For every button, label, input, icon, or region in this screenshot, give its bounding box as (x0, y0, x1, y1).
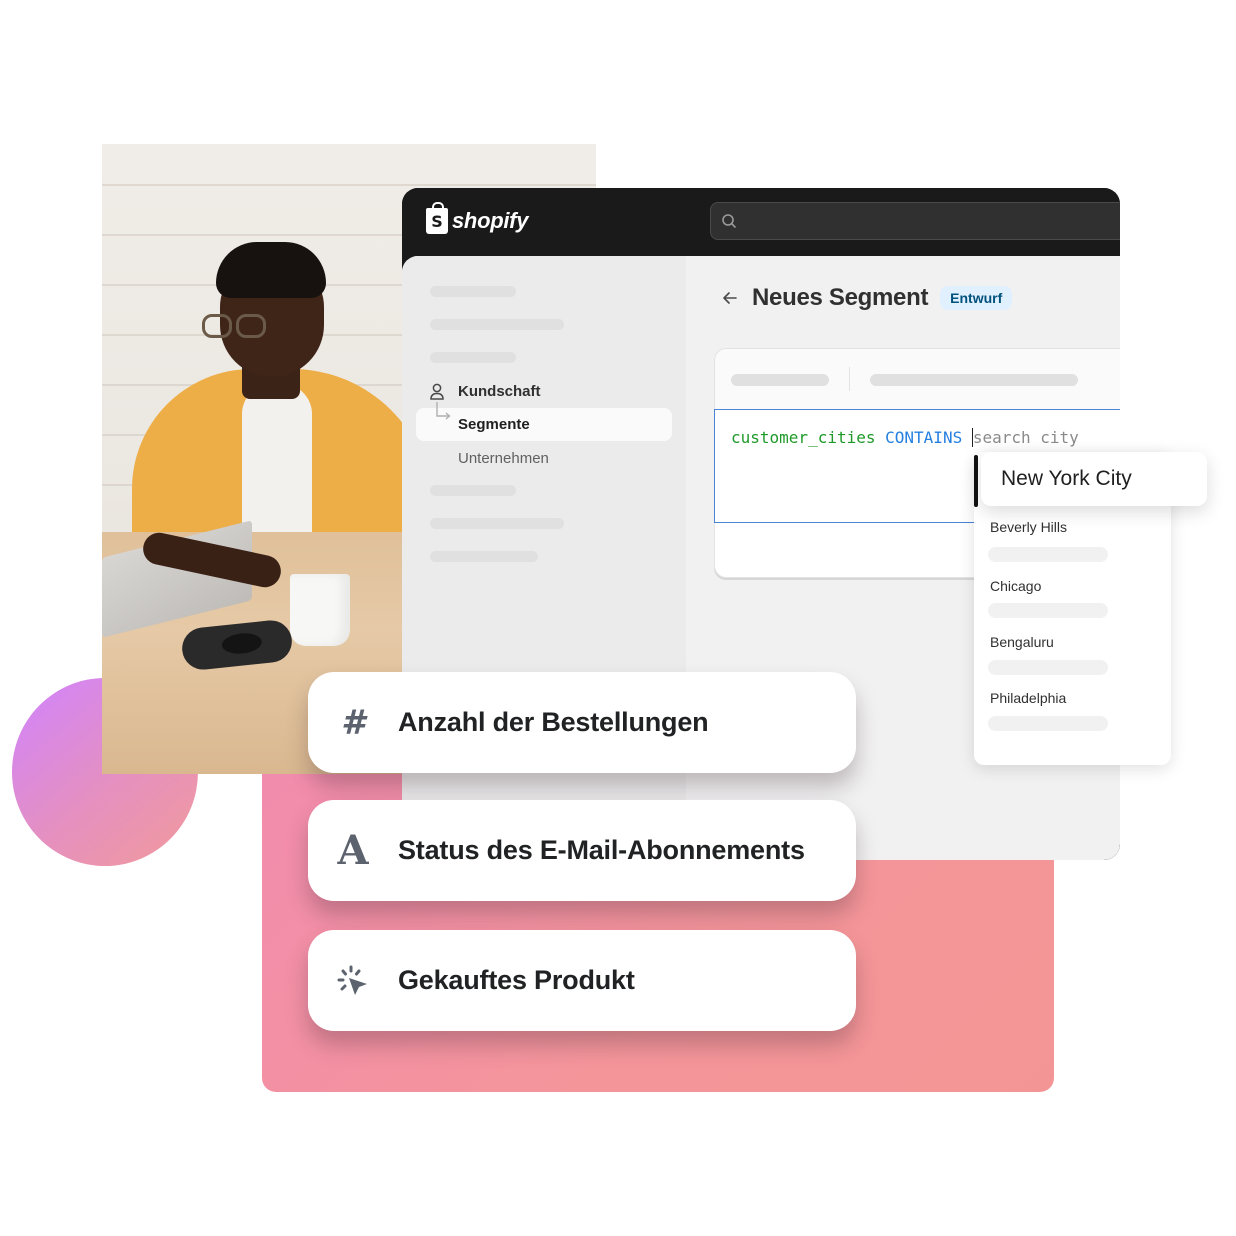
sidebar-item-label: Unternehmen (458, 450, 549, 467)
option-detail-placeholder (988, 716, 1108, 731)
coffee-mug (290, 574, 350, 646)
sidebar-item-segmente[interactable]: Segmente (416, 402, 672, 441)
dropdown-option[interactable]: Beverly Hills (990, 519, 1067, 535)
page-header: Neues Segment Entwurf (720, 284, 1013, 312)
nav-placeholder (430, 551, 538, 562)
dropdown-option[interactable]: Chicago (990, 578, 1041, 594)
editor-tabs (715, 349, 1120, 409)
nav-placeholder (430, 286, 516, 297)
person-icon (430, 383, 444, 400)
status-badge: Entwurf (940, 286, 1013, 310)
tab-placeholder[interactable] (731, 374, 829, 386)
filter-label: Status des E-Mail-Abonnements (398, 835, 805, 865)
nav-placeholder (430, 485, 516, 496)
filter-label: Anzahl der Bestellungen (398, 707, 709, 737)
tab-divider (849, 367, 850, 391)
filter-card-email-status[interactable]: A Status des E-Mail-Abonnements (308, 800, 856, 901)
hash-icon: # (341, 702, 365, 743)
page-title: Neues Segment (752, 284, 929, 311)
option-detail-placeholder (988, 603, 1108, 618)
top-bar: S shopify (402, 188, 1120, 256)
glasses-lens (236, 314, 266, 338)
option-detail-placeholder (988, 547, 1108, 562)
option-detail-placeholder (988, 660, 1108, 675)
tab-placeholder[interactable] (870, 374, 1078, 386)
glasses-lens (202, 314, 232, 338)
sidebar-item-kundschaft[interactable]: Kundschaft (416, 375, 672, 408)
query-field: customer_cities (731, 428, 876, 447)
nav-placeholder (430, 319, 564, 330)
cursor-click-icon (336, 964, 370, 998)
filter-card-purchased-product[interactable]: Gekauftes Produkt (308, 930, 856, 1031)
query-placeholder: search city (972, 428, 1079, 447)
arrow-left-icon[interactable] (720, 288, 740, 308)
dropdown-option[interactable]: Philadelphia (990, 690, 1066, 706)
text-letter-icon: A (337, 827, 369, 874)
filter-label: Gekauftes Produkt (398, 965, 635, 995)
person-hair (216, 242, 326, 298)
sidebar-item-unternehmen[interactable]: Unternehmen (416, 442, 672, 475)
shopify-logo[interactable]: S shopify (426, 202, 529, 234)
sidebar-item-label: Segmente (458, 416, 530, 433)
nav-placeholder (430, 518, 564, 529)
search-input[interactable] (710, 202, 1120, 240)
child-arrow-icon (436, 402, 451, 420)
brand-name: shopify (452, 208, 529, 233)
sidebar-item-label: Kundschaft (458, 383, 541, 400)
shopping-bag-icon: S (426, 202, 448, 234)
dropdown-option-highlighted[interactable]: New York City (981, 452, 1207, 506)
query-line: customer_cities CONTAINS search city (731, 428, 1079, 447)
dropdown-option[interactable]: Bengaluru (990, 634, 1054, 650)
search-icon (722, 214, 736, 228)
wall-brick-line (102, 184, 596, 186)
query-operator: CONTAINS (885, 428, 963, 447)
selection-indicator (974, 455, 978, 507)
filter-card-order-count[interactable]: # Anzahl der Bestellungen (308, 672, 856, 773)
nav-placeholder (430, 352, 516, 363)
